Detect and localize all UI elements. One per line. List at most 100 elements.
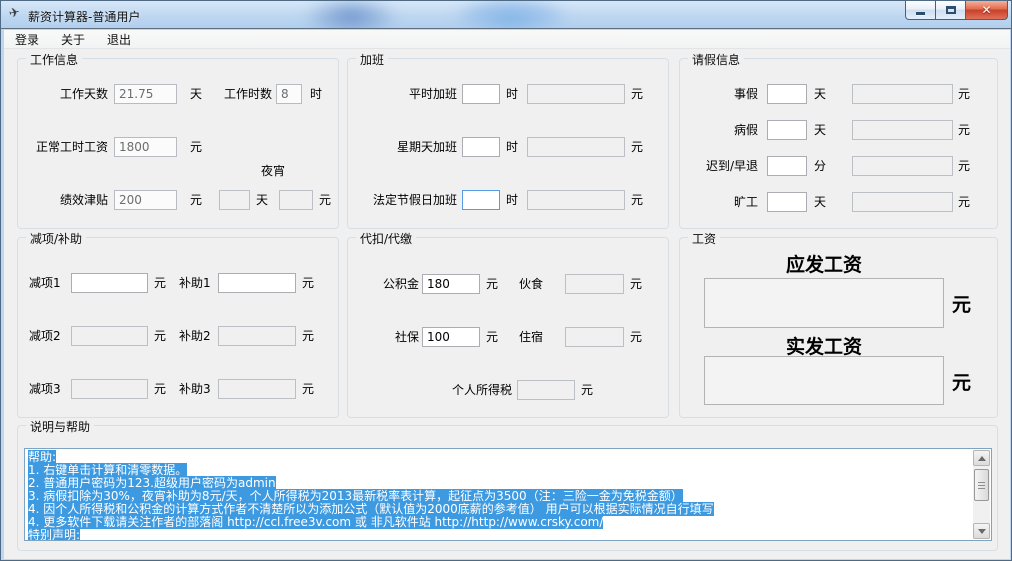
overtime-weekday-label: 平时加班 — [408, 87, 457, 101]
menu-about[interactable]: 关于 — [50, 29, 96, 50]
normal-wage-input — [114, 137, 177, 157]
menu-exit[interactable]: 退出 — [96, 29, 142, 50]
group-title: 加班 — [356, 51, 389, 68]
group-withholding: 代扣/代缴 公积金 元 伙食 元 社保 元 住宿 元 个人所得税 元 — [347, 230, 669, 418]
deduction3-input — [71, 379, 148, 399]
scrollbar-thumb[interactable] — [974, 469, 989, 501]
arrow-down-icon — [977, 528, 986, 534]
overtime-sunday-label: 星期天加班 — [396, 140, 457, 154]
aero-glass-decoration — [281, 1, 421, 28]
social-security-input[interactable] — [422, 327, 480, 347]
group-title: 代扣/代缴 — [356, 230, 417, 247]
deduction1-label: 减项1 — [29, 276, 61, 290]
help-line: 4. 更多软件下载请关注作者的部落阁 http://ccl.free3v.com… — [28, 515, 604, 529]
app-window: ✈ 薪资计算器-普通用户 ✕ 登录 关于 退出 工作信息 工作天数 天 工作时数… — [0, 0, 1012, 561]
minimize-button[interactable] — [905, 1, 936, 20]
work-days-unit: 天 — [190, 87, 203, 101]
group-title: 请假信息 — [688, 51, 745, 68]
hours-unit: 时 — [506, 193, 519, 207]
amount-unit: 元 — [631, 193, 644, 207]
overtime-sunday-hours-input[interactable] — [462, 137, 500, 157]
lodging-input — [565, 327, 624, 347]
window-controls: ✕ — [905, 1, 1008, 20]
late-early-input[interactable] — [767, 156, 807, 176]
subsidy3-label: 补助3 — [179, 382, 211, 396]
deduction2-label: 减项2 — [29, 329, 61, 343]
group-leave-info: 请假信息 事假 天 元 病假 天 元 迟到/早退 分 元 旷工 天 元 — [679, 51, 998, 229]
absence-input[interactable] — [767, 192, 807, 212]
night-snack-label: 夜宵 — [261, 164, 286, 178]
lodging-label: 住宿 — [519, 330, 544, 344]
income-tax-label: 个人所得税 — [451, 383, 512, 397]
overtime-holiday-hours-input[interactable] — [462, 190, 500, 210]
amount-unit: 元 — [154, 276, 167, 290]
minutes-unit: 分 — [814, 159, 827, 173]
group-title: 说明与帮助 — [26, 418, 95, 435]
scroll-down-button[interactable] — [973, 523, 990, 539]
close-button[interactable]: ✕ — [965, 1, 1008, 20]
amount-unit: 元 — [958, 195, 971, 209]
overtime-weekday-amount-output — [527, 84, 625, 104]
late-early-amount-output — [852, 156, 953, 176]
scroll-up-button[interactable] — [973, 450, 990, 466]
title-bar: ✈ 薪资计算器-普通用户 — [1, 1, 1011, 29]
subsidy1-input[interactable] — [218, 273, 296, 293]
aero-glass-decoration — [431, 1, 591, 28]
days-unit: 天 — [814, 87, 827, 101]
amount-unit: 元 — [302, 276, 315, 290]
menu-login[interactable]: 登录 — [4, 29, 50, 50]
days-unit: 天 — [814, 195, 827, 209]
help-textarea[interactable]: 帮助: 1. 右键单击计算和清零数据。 2. 普通用户密码为123.超级用户密码… — [24, 448, 992, 541]
vertical-scrollbar[interactable] — [973, 450, 990, 539]
group-title: 工资 — [688, 230, 721, 247]
personal-leave-input[interactable] — [767, 84, 807, 104]
subsidy3-input — [218, 379, 296, 399]
gross-pay-output — [704, 278, 944, 328]
group-title: 减项/补助 — [26, 230, 87, 247]
deduction2-input — [71, 326, 148, 346]
amount-unit: 元 — [302, 329, 315, 343]
group-overtime: 加班 平时加班 时 元 星期天加班 时 元 法定节假日加班 时 元 — [347, 51, 669, 229]
night-snack-amount-input — [279, 190, 313, 210]
amount-unit: 元 — [631, 140, 644, 154]
gross-pay-label: 应发工资 — [785, 254, 862, 276]
overtime-sunday-amount-output — [527, 137, 625, 157]
group-salary: 工资 应发工资 元 实发工资 元 — [679, 230, 998, 418]
income-tax-output — [517, 380, 575, 400]
hours-unit: 时 — [506, 140, 519, 154]
client-area: 工作信息 工作天数 天 工作时数 时 正常工时工资 元 夜宵 绩效津贴 元 天 … — [4, 49, 1010, 559]
amount-unit: 元 — [486, 330, 499, 344]
absence-amount-output — [852, 192, 953, 212]
amount-unit: 元 — [958, 123, 971, 137]
subsidy1-label: 补助1 — [179, 276, 211, 290]
net-pay-label: 实发工资 — [785, 336, 862, 358]
minimize-icon — [916, 11, 925, 15]
help-line: 特别声明: — [28, 528, 81, 541]
normal-wage-label: 正常工时工资 — [35, 140, 108, 154]
deduction1-input[interactable] — [71, 273, 148, 293]
arrow-up-icon — [977, 455, 986, 461]
menu-bar: 登录 关于 退出 — [4, 30, 1010, 49]
amount-unit: 元 — [630, 330, 643, 344]
amount-unit: 元 — [958, 87, 971, 101]
amount-unit: 元 — [958, 159, 971, 173]
overtime-holiday-label: 法定节假日加班 — [372, 193, 457, 207]
maximize-button[interactable] — [935, 1, 966, 20]
personal-leave-amount-output — [852, 84, 953, 104]
group-work-info: 工作信息 工作天数 天 工作时数 时 正常工时工资 元 夜宵 绩效津贴 元 天 … — [17, 51, 339, 229]
housing-fund-label: 公积金 — [382, 277, 419, 291]
social-security-label: 社保 — [394, 330, 419, 344]
night-snack-amount-unit: 元 — [319, 193, 332, 207]
meals-input — [565, 274, 624, 294]
housing-fund-input[interactable] — [422, 274, 480, 294]
amount-unit: 元 — [302, 382, 315, 396]
meals-label: 伙食 — [519, 277, 544, 291]
overtime-holiday-amount-output — [527, 190, 625, 210]
maximize-icon — [945, 6, 956, 14]
group-adjustments: 减项/补助 减项1 元 补助1 元 减项2 元 补助2 元 减项3 元 补助3 … — [17, 230, 339, 418]
night-snack-days-unit: 天 — [256, 193, 269, 207]
sick-leave-input[interactable] — [767, 120, 807, 140]
days-unit: 天 — [814, 123, 827, 137]
amount-unit: 元 — [630, 277, 643, 291]
overtime-weekday-hours-input[interactable] — [462, 84, 500, 104]
